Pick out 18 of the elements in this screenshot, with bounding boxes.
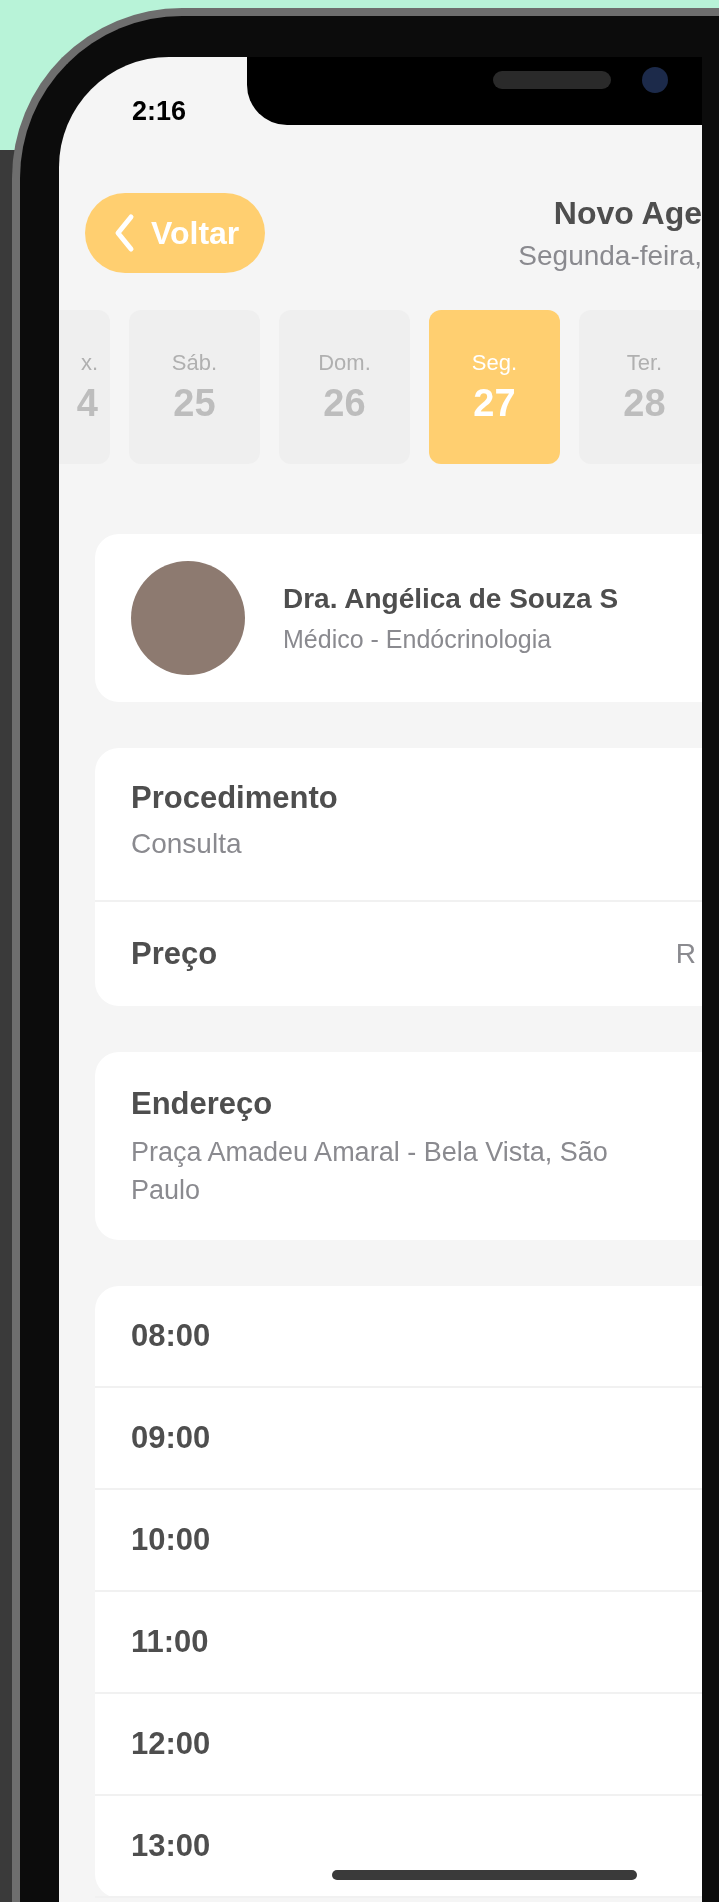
screen-title: Novo Age: [552, 195, 702, 232]
address-label: Endereço: [131, 1086, 274, 1122]
time-slot[interactable]: 08:00: [95, 1285, 702, 1388]
price-label: Preço: [131, 936, 218, 972]
status-time: 2:16: [132, 96, 187, 127]
time-slot[interactable]: 10:00: [95, 1489, 702, 1592]
procedure-value: Consulta: [131, 828, 243, 860]
address-text: Praça Amadeu Amaral - Bela Vista, São Paulo: [131, 1136, 609, 1207]
time-slot[interactable]: 09:00: [95, 1387, 702, 1490]
doctor-card[interactable]: Dra. Angélica de Souza S Médico - Endócrinologia: [95, 534, 702, 702]
procedure-label: Procedimento: [131, 780, 339, 816]
time-slot[interactable]: 11:00: [95, 1591, 702, 1694]
screen-subtitle: Segunda-feira,: [518, 240, 702, 272]
price-value: R: [675, 938, 696, 970]
doctor-name: Dra. Angélica de Souza S: [283, 582, 619, 615]
doctor-specialty: Médico - Endócrinologia: [283, 624, 553, 654]
time-slot[interactable]: 12:00: [95, 1693, 702, 1796]
chevron-left-icon: [113, 213, 135, 253]
